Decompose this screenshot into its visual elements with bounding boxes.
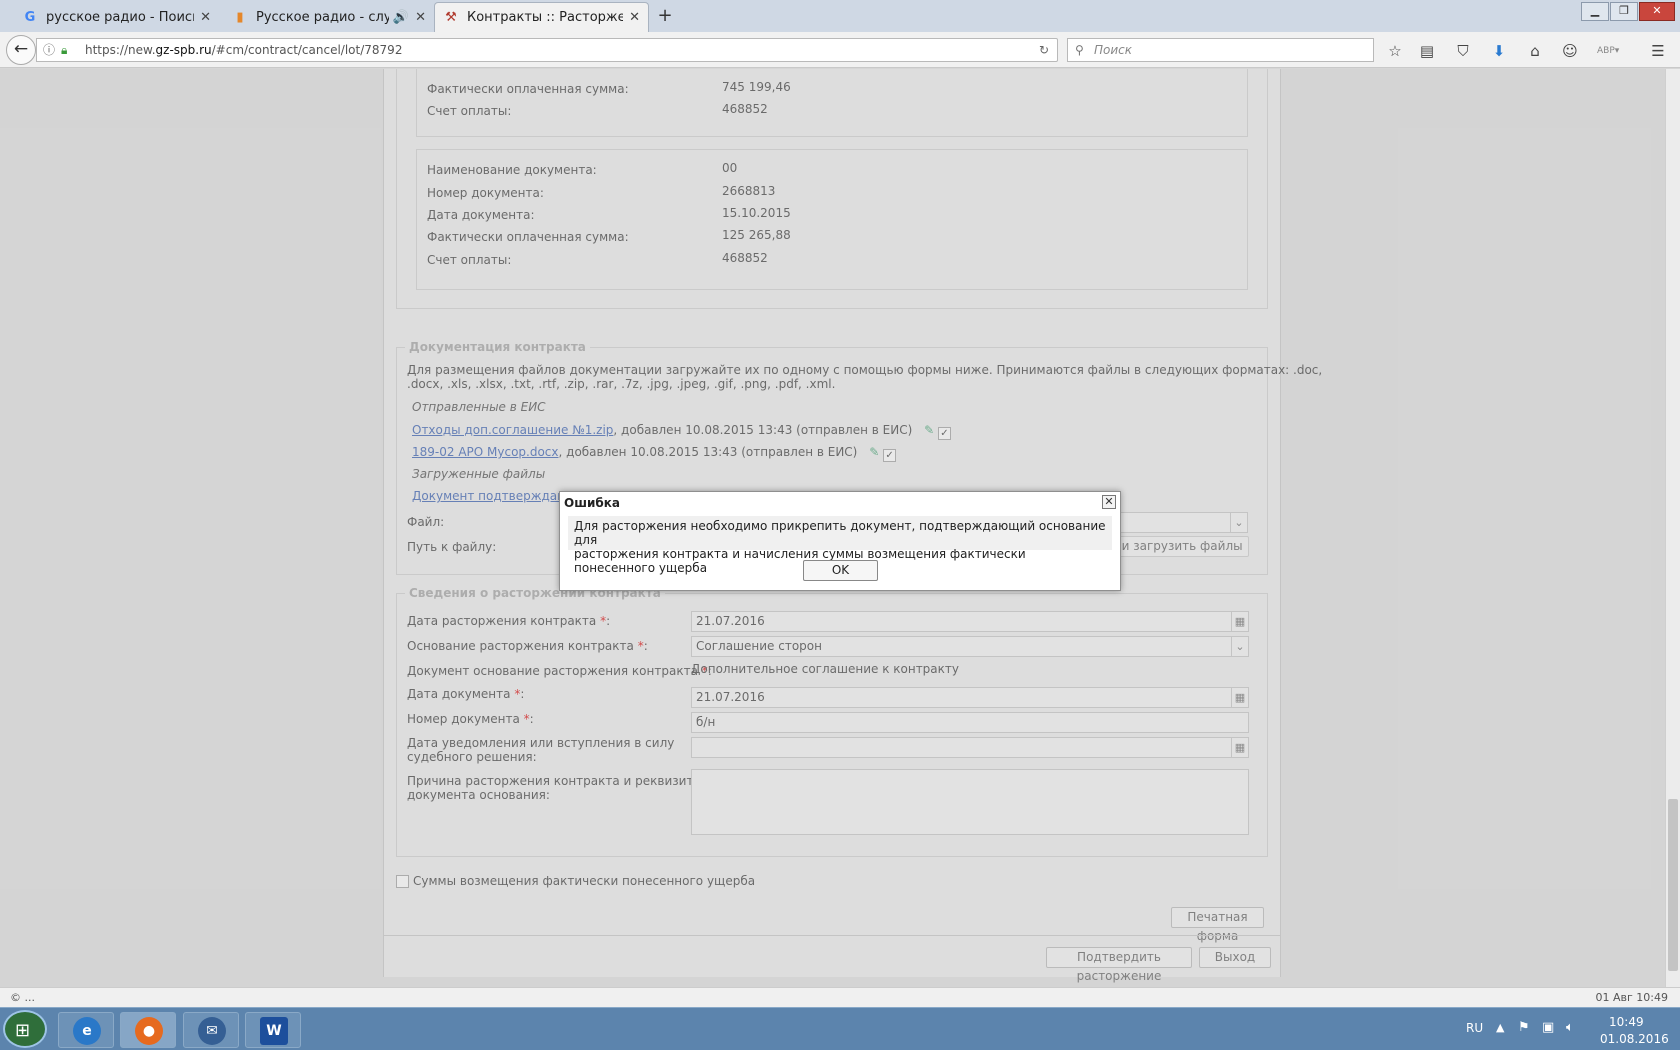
url-domain: gz-spb.ru (155, 43, 212, 57)
ok-button[interactable]: OK (803, 560, 878, 581)
language-indicator[interactable]: RU (1466, 1021, 1483, 1035)
ie-taskbar-button[interactable]: e (58, 1012, 114, 1048)
menu-icon[interactable]: ☰ (1647, 40, 1669, 62)
clock-time[interactable]: 10:49 (1609, 1015, 1644, 1029)
page-scrollbar[interactable] (1665, 69, 1680, 987)
flag-icon[interactable]: ⚑ (1518, 1020, 1530, 1035)
tab-title: Контракты :: Расторжени... (467, 10, 623, 25)
start-button[interactable]: ⊞ (3, 1010, 47, 1048)
search-input[interactable]: ⚲ Поиск (1067, 38, 1374, 62)
dialog-title: Ошибка (564, 496, 620, 510)
search-icon: ⚲ (1075, 43, 1084, 57)
thunderbird-icon: ✉ (198, 1017, 226, 1045)
tray-arrow-icon[interactable]: ▲ (1496, 1021, 1504, 1034)
tab-title: русское радио - Поиск в ... (46, 9, 194, 25)
status-datetime: 01 Авг 10:49 (1595, 991, 1668, 1004)
reader-icon[interactable]: ▤ (1416, 40, 1438, 62)
error-dialog: Ошибка ✕ Для расторжения необходимо прик… (559, 491, 1121, 591)
search-placeholder: Поиск (1094, 43, 1133, 57)
dialog-message-line1: Для расторжения необходимо прикрепить до… (574, 519, 1106, 547)
chart-bars-icon: ▮ (236, 9, 244, 25)
firefox-taskbar-button[interactable]: ● (120, 1012, 176, 1048)
download-icon[interactable]: ⬇ (1488, 40, 1510, 62)
url-bar[interactable]: ⓘ 🔒︎ https://new.gz-spb.ru/#cm/contract/… (36, 38, 1058, 62)
windows-taskbar: ⊞ e ● ✉ W RU ▲ ⚑ ▣ 🔈︎ 10:49 01.08.2016 (0, 1007, 1680, 1050)
tab-russkoe-radio[interactable]: ▮ Русское радио - слуш... 🔊 ✕ (224, 2, 434, 32)
browser-nav-bar: ← ⓘ 🔒︎ https://new.gz-spb.ru/#cm/contrac… (0, 32, 1680, 68)
info-icon[interactable]: ⓘ (43, 39, 55, 61)
minimize-button[interactable]: ▁ (1581, 2, 1609, 21)
url-path: /#cm/contract/cancel/lot/78792 (211, 43, 403, 57)
status-left: © ... (10, 991, 35, 1004)
home-icon[interactable]: ⌂ (1524, 40, 1546, 62)
word-icon: W (260, 1017, 288, 1045)
chat-icon[interactable]: ☺ (1559, 40, 1581, 62)
tab-google-search[interactable]: G русское радио - Поиск в ... ✕ (14, 2, 219, 32)
close-tab-icon[interactable]: ✕ (200, 10, 211, 25)
volume-icon[interactable]: 🔈︎ (1566, 1020, 1574, 1035)
maximize-button[interactable]: ❐ (1610, 2, 1638, 21)
scrollbar-thumb[interactable] (1668, 799, 1678, 971)
tools-icon: ⚒ (445, 10, 457, 25)
close-icon[interactable]: ✕ (1102, 495, 1116, 509)
lock-icon: 🔒︎ (61, 43, 68, 57)
tab-title: Русское радио - слуш... (256, 9, 389, 25)
firefox-icon: ● (135, 1017, 163, 1045)
close-window-button[interactable]: ✕ (1639, 2, 1675, 21)
url-prefix: https://new. (85, 43, 156, 57)
reload-icon[interactable]: ↻ (1039, 39, 1049, 61)
new-tab-button[interactable]: + (654, 4, 676, 28)
abp-icon[interactable]: ABP▾ (1597, 40, 1619, 62)
windows-logo-icon: ⊞ (15, 1020, 31, 1041)
pocket-icon[interactable]: ⛉ (1452, 40, 1474, 62)
internet-explorer-icon: e (73, 1017, 101, 1045)
word-taskbar-button[interactable]: W (245, 1012, 301, 1048)
close-tab-icon[interactable]: ✕ (629, 10, 640, 25)
speaker-icon[interactable]: 🔊 (393, 10, 409, 25)
browser-status-bar: © ... 01 Авг 10:49 (0, 987, 1680, 1007)
google-icon: G (24, 9, 36, 25)
network-icon[interactable]: ▣ (1542, 1020, 1554, 1035)
tab-contracts[interactable]: ⚒ Контракты :: Расторжени... ✕ (434, 2, 649, 32)
thunderbird-taskbar-button[interactable]: ✉ (183, 1012, 239, 1048)
browser-tab-bar: G русское радио - Поиск в ... ✕ ▮ Русско… (0, 0, 1680, 32)
close-tab-icon[interactable]: ✕ (415, 10, 426, 25)
clock-date[interactable]: 01.08.2016 (1600, 1032, 1669, 1046)
dialog-message: Для расторжения необходимо прикрепить до… (568, 516, 1112, 575)
star-icon[interactable]: ☆ (1384, 40, 1406, 62)
back-button[interactable]: ← (6, 35, 36, 65)
